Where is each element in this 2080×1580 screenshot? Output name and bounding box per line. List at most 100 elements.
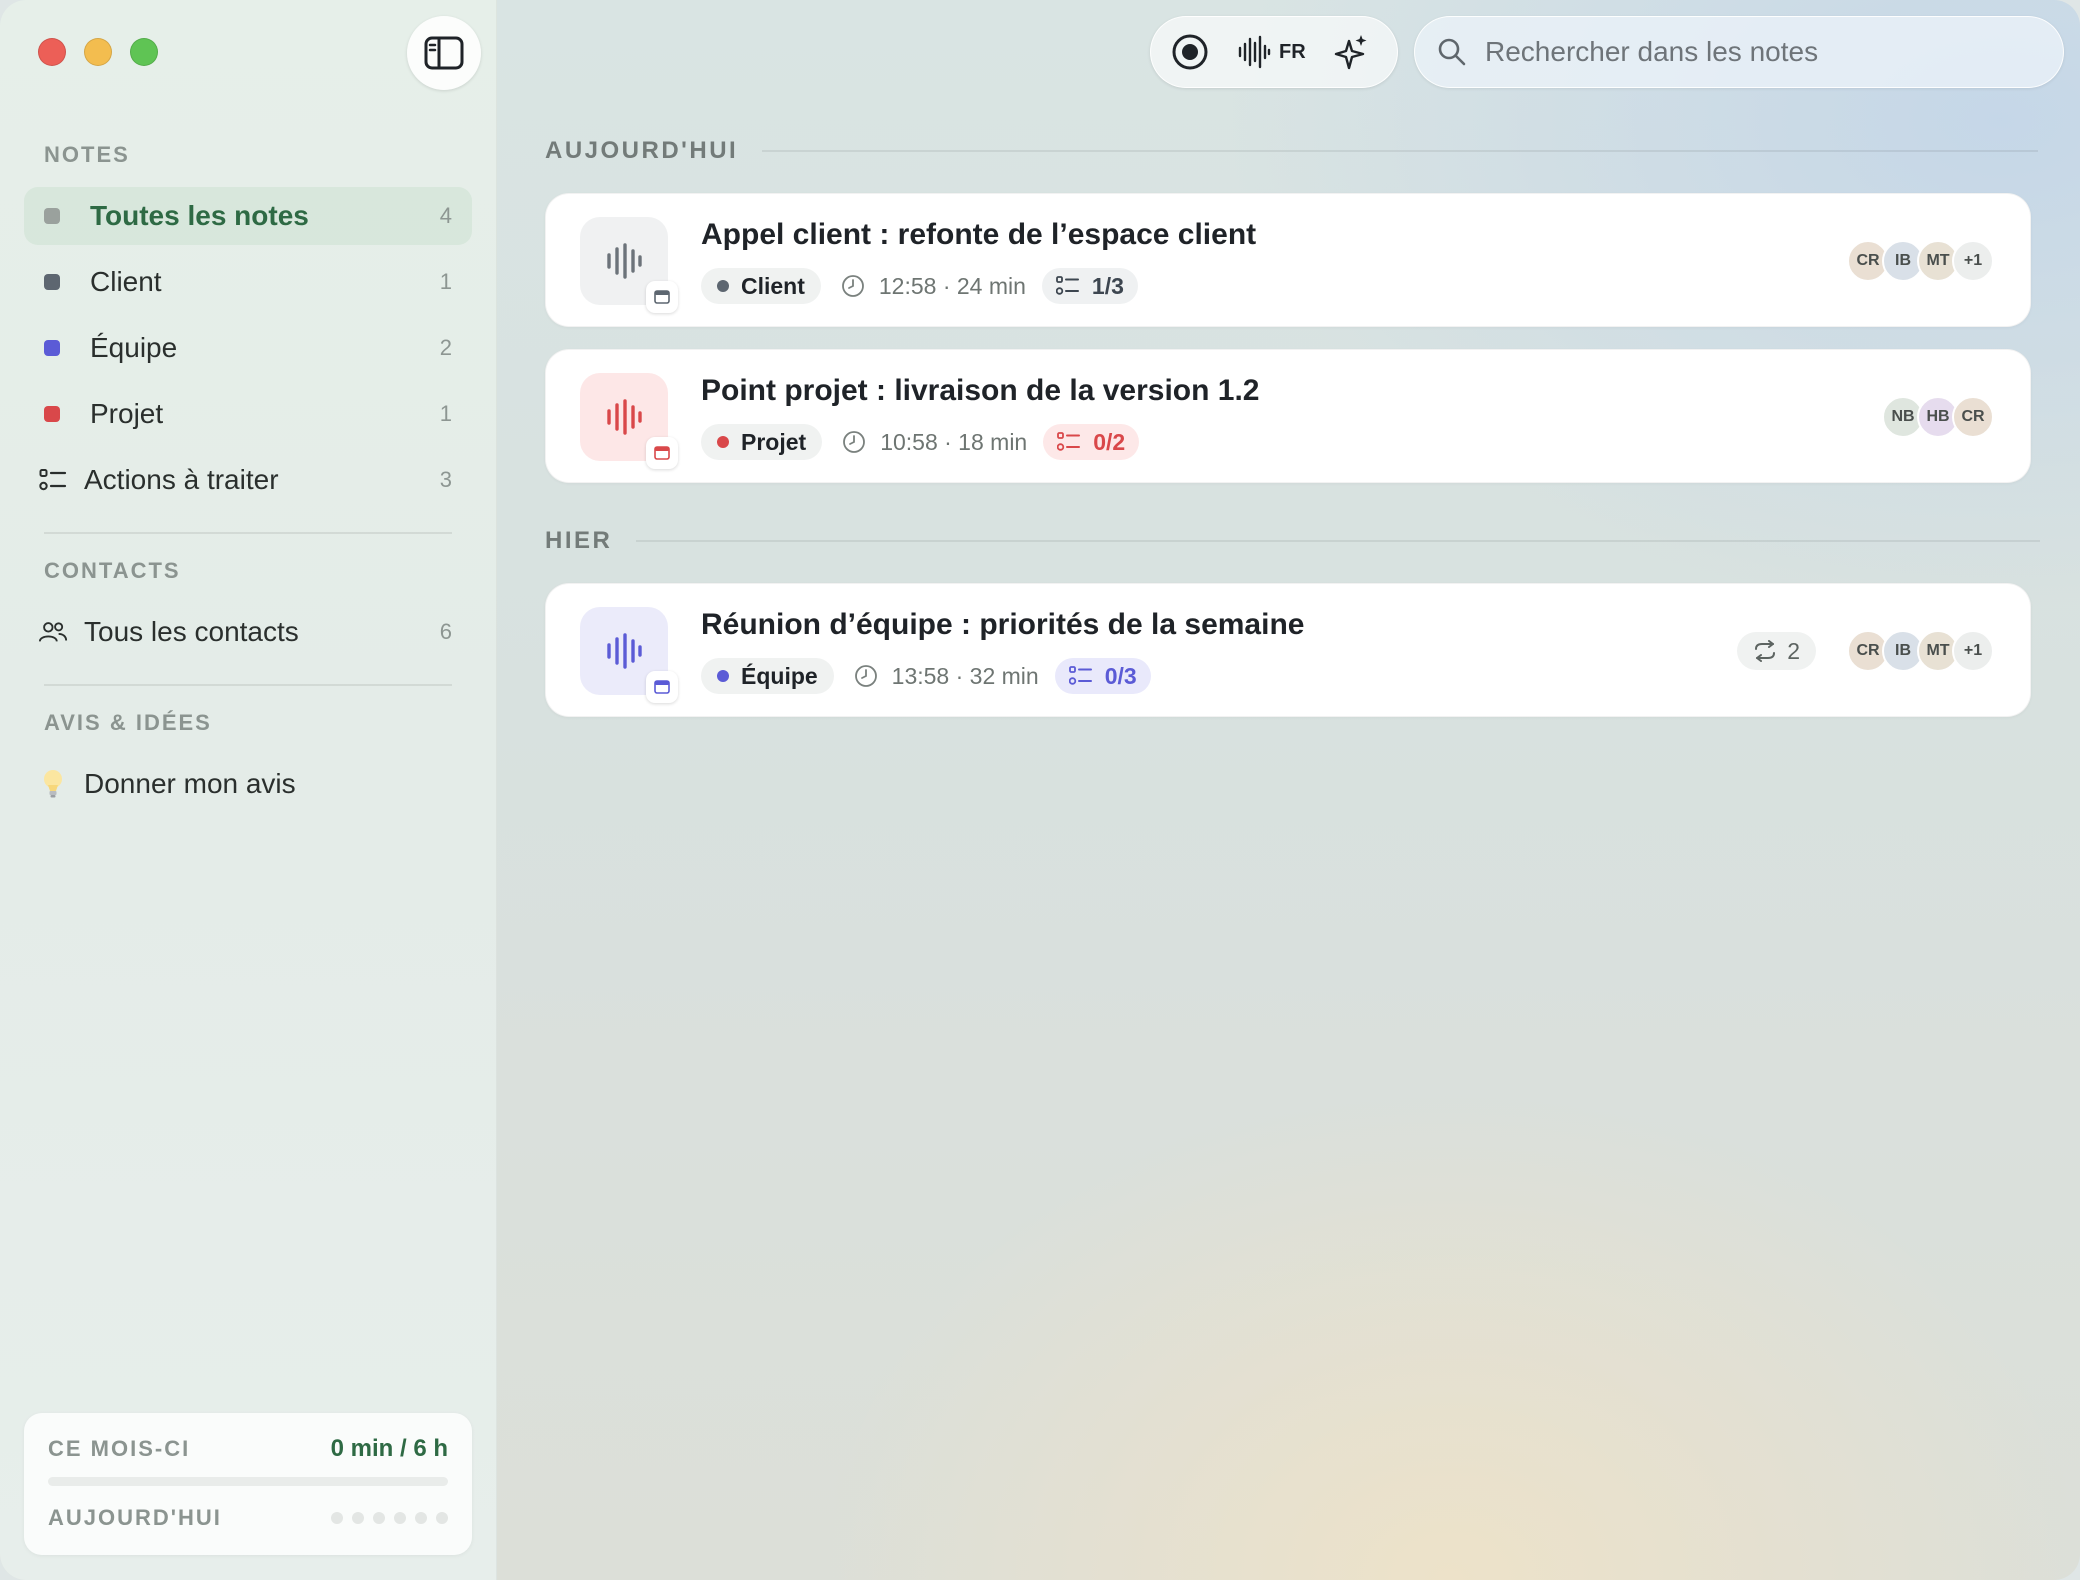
zoom-window-button[interactable] [130,38,158,66]
sidebar-item-count: 3 [439,467,452,492]
note-title: Point projet : livraison de la version 1… [701,374,1260,407]
sidebar-item-actions[interactable]: Actions à traiter 3 [24,451,472,509]
calendar-icon [646,281,678,313]
note-actions-progress[interactable]: 0/2 [1043,424,1140,460]
checklist-icon [1057,432,1081,451]
group-divider [762,150,2039,152]
tag-dot [717,670,729,682]
ai-assistant-button[interactable] [1328,27,1374,77]
usage-day-dot [415,1512,427,1524]
sidebar-item-client[interactable]: Client 1 [24,253,472,311]
search-icon [1438,38,1466,66]
record-icon [1172,34,1208,70]
search-bar [1414,16,2064,88]
avatar: CR [1952,396,1994,438]
sidebar-item-label: Toutes les notes [90,200,309,231]
group-title: AUJOURD'HUI [545,137,739,164]
sidebar-divider [44,684,452,686]
usage-day-dot [373,1512,385,1524]
actions-count: 1/3 [1091,272,1124,299]
sidebar-item-label: Actions à traiter [84,464,279,495]
category-dot [44,274,60,290]
sidebar-item-count: 1 [439,401,452,426]
checklist-icon [1068,666,1092,685]
sidebar-toggle-button[interactable] [407,16,481,90]
waveform-icon [1238,35,1271,69]
participant-avatars: NB HB CR [1882,396,1994,438]
calendar-icon [646,437,678,469]
usage-month-value: 0 min / 6 h [330,1435,448,1462]
audio-waveform-icon [607,633,642,669]
sidebar-item-all-notes[interactable]: Toutes les notes 4 [24,187,472,245]
note-tag[interactable]: Client [701,268,821,304]
tag-dot [717,280,729,292]
tag-label: Client [741,272,805,299]
category-dot [44,208,60,224]
note-meta: Client 12:58 · 24 min 1/3 [701,268,1138,304]
sidebar-item-count: 1 [439,269,452,294]
usage-month-label: CE MOIS-CI [48,1436,191,1461]
repeat-icon [1755,640,1776,662]
language-label: FR [1279,40,1306,63]
sidebar-item-label: Projet [90,398,164,429]
recording-toolbar: FR [1150,16,1398,88]
people-icon [38,617,68,647]
usage-day-dot [436,1512,448,1524]
note-meta: Équipe 13:58 · 32 min 0/3 [701,658,1151,694]
checklist-icon [38,465,68,495]
sidebar-item-contacts[interactable]: Tous les contacts 6 [24,603,472,661]
tag-label: Projet [741,428,807,455]
note-time-text: 13:58 · 32 min [891,662,1039,689]
sidebar-item-label: Donner mon avis [84,768,296,799]
note-tag[interactable]: Projet [701,424,823,460]
close-window-button[interactable] [38,38,66,66]
lightbulb-icon [38,769,68,799]
clock-icon [854,665,877,687]
actions-count: 0/3 [1104,662,1137,689]
note-tag[interactable]: Équipe [701,658,834,694]
app-window: NOTES Toutes les notes 4 Client 1 Équipe… [0,0,2080,1580]
tag-dot [717,436,729,448]
note-meta: Projet 10:58 · 18 min 0/2 [701,424,1140,460]
avatar-overflow: +1 [1952,630,1994,672]
usage-card: CE MOIS-CI 0 min / 6 h AUJOURD'HUI [24,1413,472,1555]
recurrence-count: 2 [1787,637,1800,664]
clock-icon [843,431,866,453]
language-button[interactable]: FR [1227,27,1316,77]
note-card[interactable]: Réunion d’équipe : priorités de la semai… [545,583,2031,717]
sidebar-divider [44,532,452,534]
note-card[interactable]: Point projet : livraison de la version 1… [545,349,2031,483]
sidebar-item-label: Tous les contacts [84,616,299,647]
recurrence-badge[interactable]: 2 [1737,632,1816,670]
note-actions-progress[interactable]: 1/3 [1041,268,1138,304]
usage-day-dot [352,1512,364,1524]
note-time-text: 10:58 · 18 min [880,428,1028,455]
participant-avatars: CR IB MT +1 [1847,240,1994,282]
sparkle-icon [1334,35,1367,70]
window-controls [38,38,158,66]
record-button[interactable] [1165,27,1215,77]
note-actions-progress[interactable]: 0/3 [1054,658,1151,694]
note-card[interactable]: Appel client : refonte de l’espace clien… [545,193,2031,327]
notes-section-label: NOTES [44,142,130,167]
sidebar-item-feedback[interactable]: Donner mon avis [24,755,472,813]
audio-waveform-icon [607,243,642,279]
sidebar-item-projet[interactable]: Projet 1 [24,385,472,443]
sidebar-item-label: Équipe [90,332,178,363]
sidebar-item-count: 2 [439,335,452,360]
participant-avatars: CR IB MT +1 [1847,630,1994,672]
note-time: 12:58 · 24 min [837,273,1026,300]
actions-count: 0/2 [1093,428,1126,455]
minimize-window-button[interactable] [84,38,112,66]
note-thumbnail [580,607,678,703]
note-thumbnail [580,373,678,469]
group-header-yesterday: HIER [545,527,2041,555]
search-input[interactable] [1485,36,2045,68]
feedback-section-label: AVIS & IDÉES [44,710,212,735]
note-time: 13:58 · 32 min [850,663,1039,690]
checklist-icon [1055,276,1079,295]
sidebar-item-equipe[interactable]: Équipe 2 [24,319,472,377]
usage-progress-bar [48,1477,448,1486]
usage-today-dots [331,1512,448,1524]
sidebar-item-count: 6 [439,619,452,644]
